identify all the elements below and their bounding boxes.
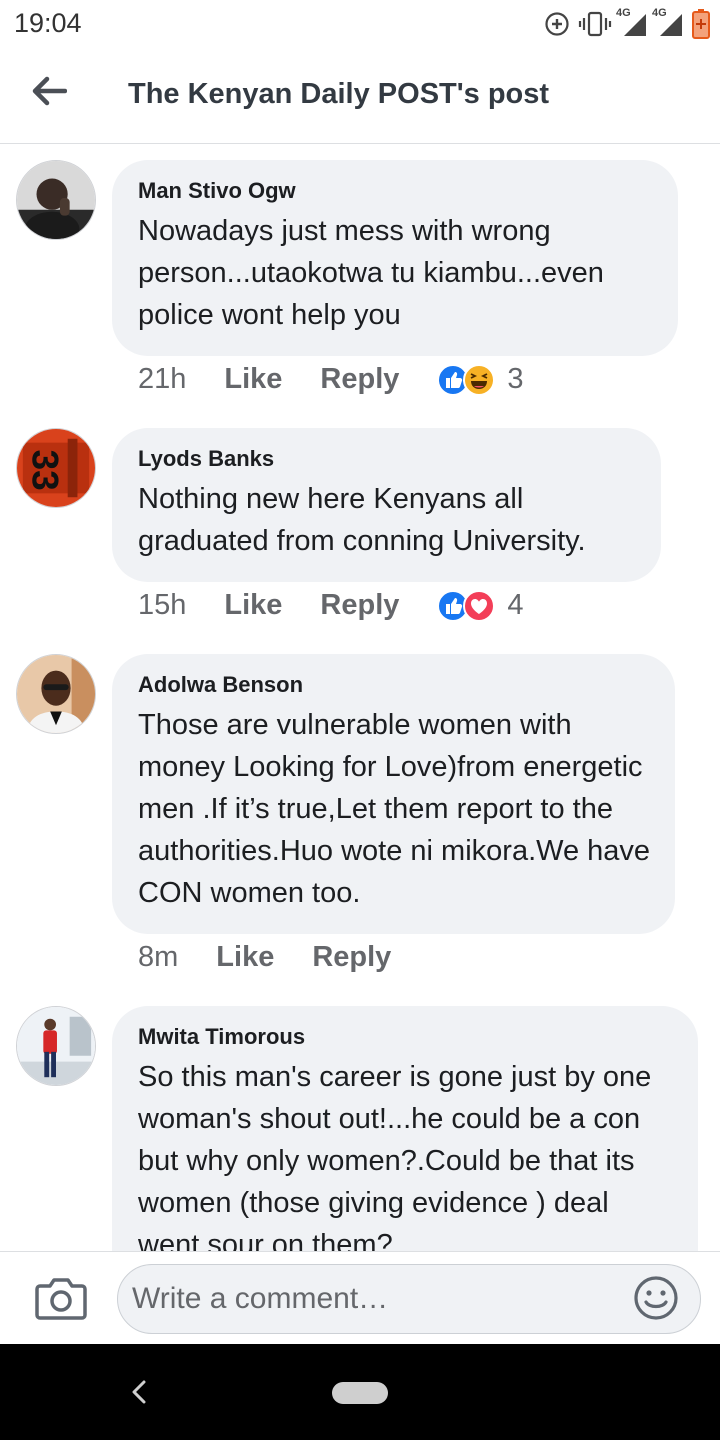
reaction-count: 4 [507, 589, 524, 621]
comment-composer [0, 1251, 720, 1344]
comment-text: Nowadays just mess with wrong person...u… [138, 215, 604, 331]
comment-time[interactable]: 21h [138, 363, 186, 396]
avatar[interactable] [16, 1006, 96, 1086]
data-saver-icon [544, 11, 570, 37]
love-reaction-icon [463, 589, 496, 622]
smiley-icon[interactable] [632, 1274, 680, 1322]
comment-bubble[interactable]: Man Stivo Ogw Nowadays just mess with wr… [112, 160, 678, 356]
network-type-label: 4G [652, 7, 667, 19]
comment-author[interactable]: Adolwa Benson [138, 672, 651, 698]
status-bar: 19:04 4G 4G [0, 0, 720, 48]
like-button[interactable]: Like [224, 363, 282, 396]
comment-time[interactable]: 15h [138, 589, 186, 622]
comment-input[interactable] [117, 1264, 701, 1334]
comment-actions: 21h Like Reply 3 [138, 363, 524, 396]
reaction-count: 3 [507, 363, 524, 395]
reply-button[interactable]: Reply [320, 589, 399, 622]
status-icons: 4G 4G [544, 7, 710, 40]
status-time: 19:04 [14, 8, 82, 38]
avatar[interactable] [16, 654, 96, 734]
avatar[interactable] [16, 160, 96, 240]
system-nav-bar [0, 1344, 720, 1440]
home-pill-icon[interactable] [332, 1382, 388, 1404]
arrow-left-icon [31, 76, 68, 111]
comment-time[interactable]: 8m [138, 941, 178, 974]
signal-4g-icon: 4G [616, 7, 648, 38]
comment-author[interactable]: Lyods Banks [138, 446, 637, 472]
svg-text:33: 33 [25, 449, 67, 490]
comment-text: Those are vulnerable women with money Lo… [138, 709, 651, 909]
network-type-label: 4G [616, 7, 631, 19]
back-button[interactable] [24, 68, 74, 118]
signal-4g-icon: 4G [652, 7, 684, 38]
battery-low-icon [692, 9, 710, 39]
reply-button[interactable]: Reply [312, 941, 391, 974]
reactions-summary[interactable]: 4 [437, 589, 524, 622]
comment-bubble[interactable]: Mwita Timorous So this man's career is g… [112, 1006, 698, 1251]
comment-list[interactable]: Man Stivo Ogw Nowadays just mess with wr… [0, 145, 720, 1251]
like-button[interactable]: Like [224, 589, 282, 622]
camera-icon[interactable] [34, 1274, 88, 1322]
avatar[interactable]: 33 [16, 428, 96, 508]
comment-bubble[interactable]: Lyods Banks Nothing new here Kenyans all… [112, 428, 661, 582]
chevron-left-icon[interactable] [124, 1372, 154, 1412]
page-title: The Kenyan Daily POST's post [128, 78, 550, 110]
comment-actions: 15h Like Reply 4 [138, 589, 524, 622]
haha-reaction-icon [463, 363, 496, 396]
comment-author[interactable]: Mwita Timorous [138, 1024, 674, 1050]
comment-actions: 8m Like Reply [138, 941, 429, 974]
comment-bubble[interactable]: Adolwa Benson Those are vulnerable women… [112, 654, 675, 934]
reply-button[interactable]: Reply [320, 363, 399, 396]
reactions-summary[interactable]: 3 [437, 363, 524, 396]
comment-text: So this man's career is gone just by one… [138, 1061, 652, 1251]
like-button[interactable]: Like [216, 941, 274, 974]
header-bar: The Kenyan Daily POST's post [0, 48, 720, 144]
vibrate-icon [578, 11, 612, 37]
comment-author[interactable]: Man Stivo Ogw [138, 178, 654, 204]
comment-text: Nothing new here Kenyans all graduated f… [138, 483, 586, 557]
